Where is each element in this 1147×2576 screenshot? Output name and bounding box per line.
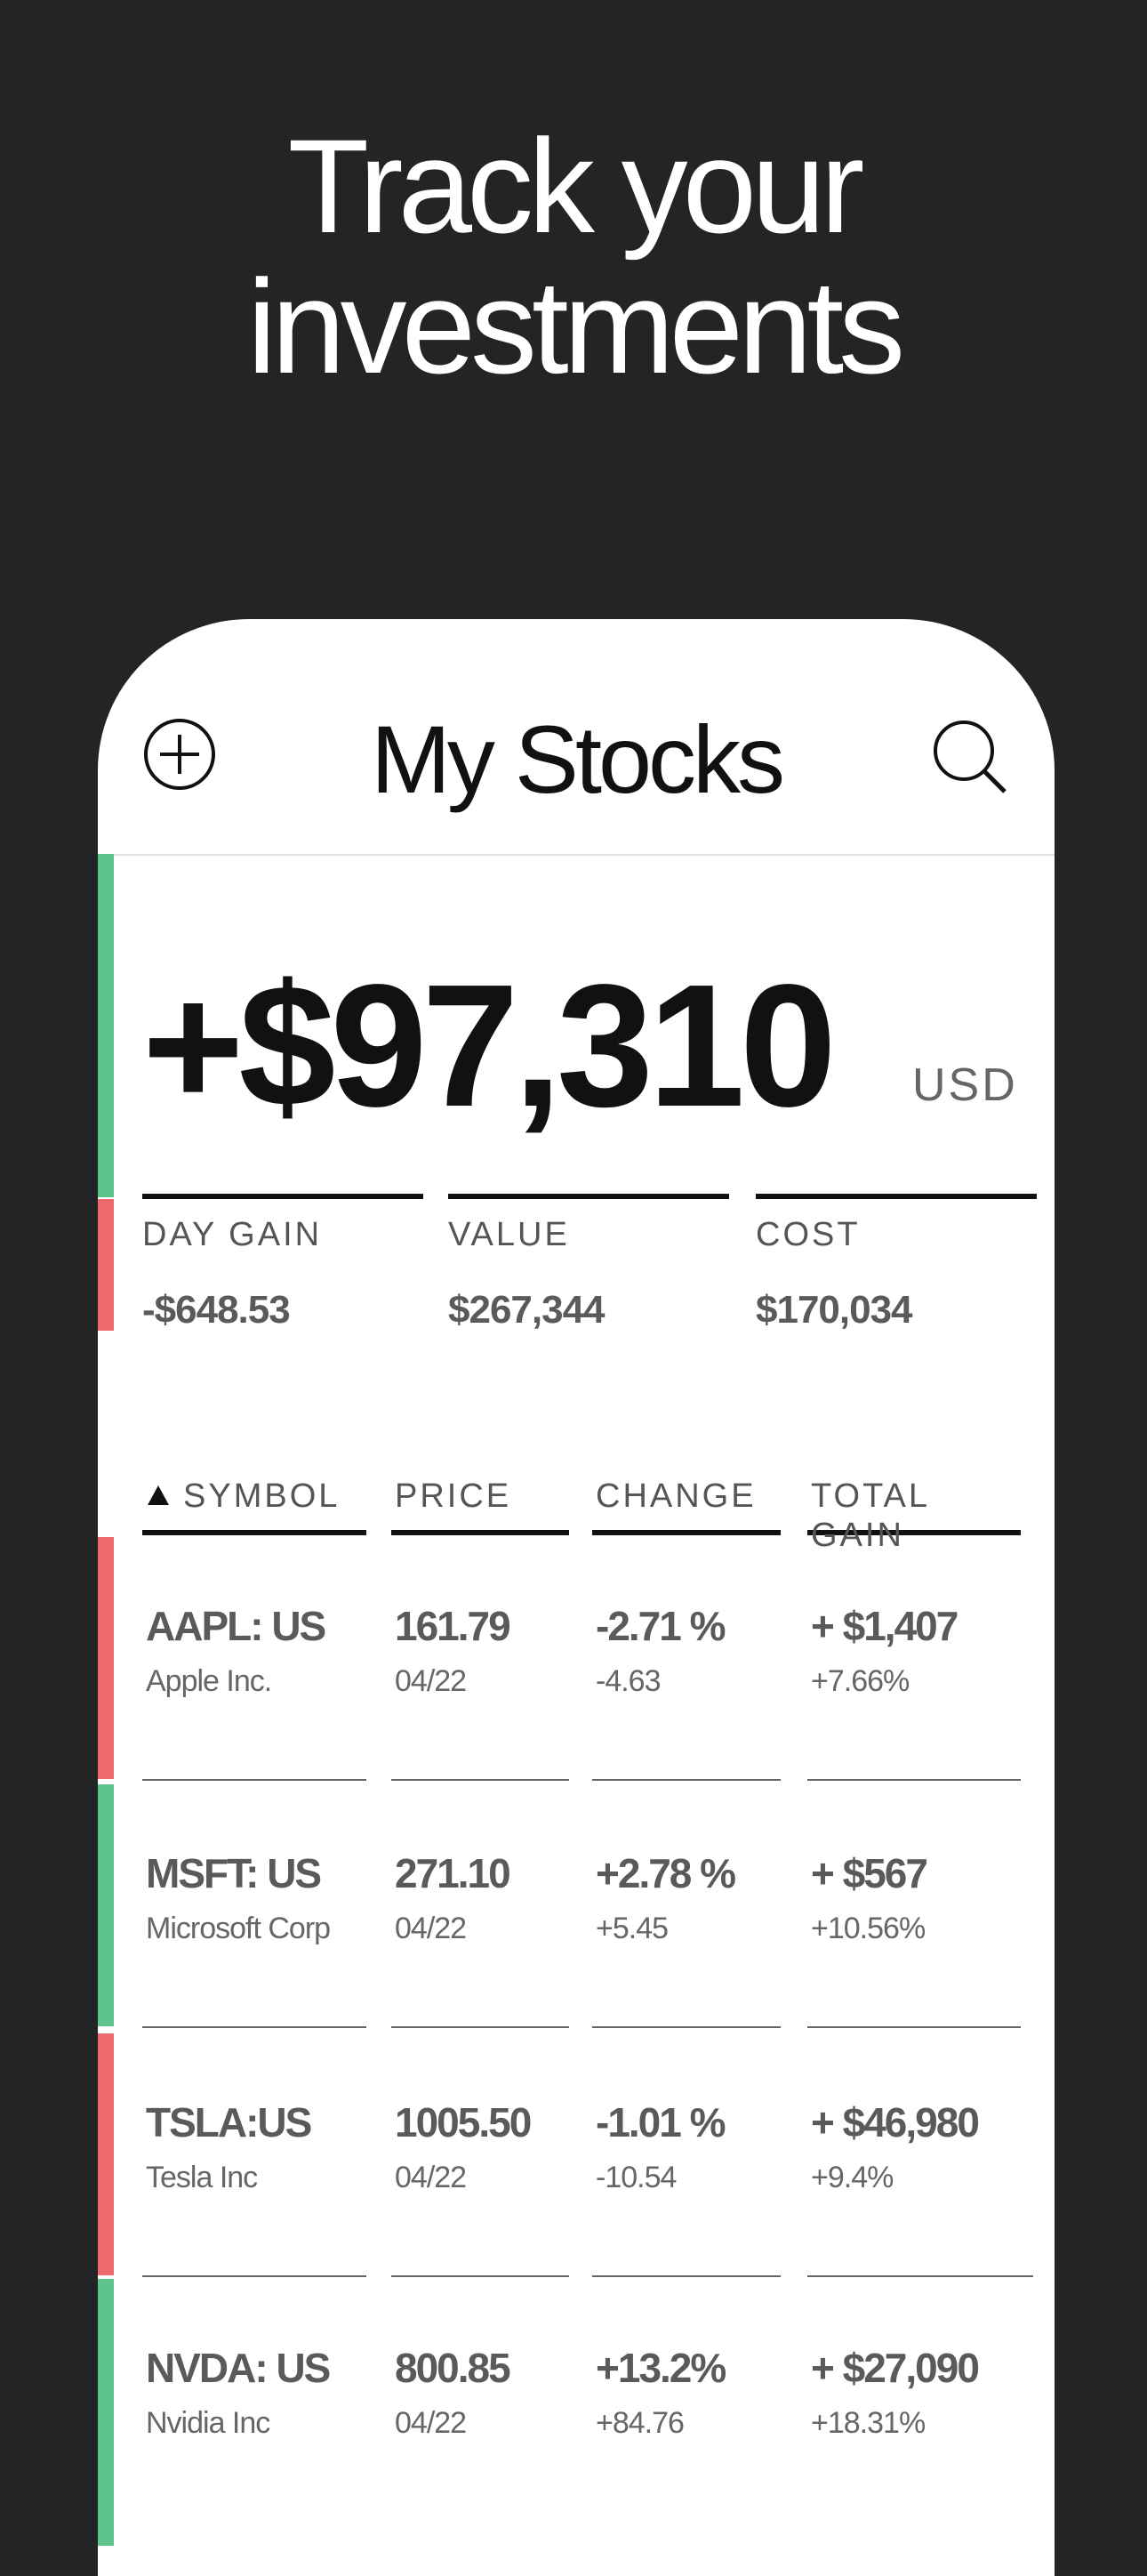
cost-label: COST	[756, 1216, 861, 1253]
table-cell: 161.79 04/22	[391, 1537, 569, 1781]
stock-symbol: AAPL: US	[146, 1603, 326, 1649]
search-button[interactable]	[930, 717, 1010, 797]
table-cell: MSFT: US Microsoft Corp	[142, 1784, 366, 2028]
trend-indicator	[98, 2279, 114, 2546]
column-label-price: PRICE	[395, 1477, 512, 1515]
company-name: Apple Inc.	[146, 1664, 272, 1698]
company-name: Nvidia Inc	[146, 2406, 270, 2440]
column-label-change: CHANGE	[596, 1477, 757, 1515]
price-date: 04/22	[395, 1664, 467, 1698]
total-gain-indicator	[98, 854, 114, 1197]
day-gain-summary: DAY GAIN -$648.53	[142, 1194, 423, 1332]
change-amount: +84.76	[596, 2406, 685, 2440]
total-gain-percent: +18.31%	[811, 2406, 926, 2440]
total-gain-percent: +7.66%	[811, 1664, 910, 1698]
stock-price: 800.85	[395, 2345, 511, 2391]
column-header-symbol[interactable]: SYMBOL	[142, 1477, 366, 1535]
table-cell: 1005.50 04/22	[391, 2033, 569, 2277]
column-header-price[interactable]: PRICE	[391, 1477, 569, 1535]
column-header-change[interactable]: CHANGE	[592, 1477, 781, 1535]
change-percent: -1.01 %	[596, 2099, 726, 2145]
total-gain-percent: +9.4%	[811, 2161, 894, 2194]
column-header-total-gain[interactable]: TOTAL GAIN	[807, 1477, 1021, 1554]
stock-row[interactable]: NVDA: US Nvidia Inc 800.85 04/22 +13.2% +84.7…	[98, 2279, 1055, 2546]
table-cell: + $1,407 +7.66%	[807, 1537, 1021, 1781]
table-cell: -2.71 % -4.63	[592, 1537, 781, 1781]
cost-summary: COST $170,034	[756, 1194, 1037, 1332]
table-cell: TSLA:US Tesla Inc	[142, 2033, 366, 2277]
total-gain-value: +$97,310	[142, 948, 837, 1143]
table-cell: NVDA: US Nvidia Inc	[142, 2279, 366, 2523]
stock-symbol: MSFT: US	[146, 1850, 322, 1896]
company-name: Microsoft Corp	[146, 1912, 331, 1945]
table-cell: 271.10 04/22	[391, 1784, 569, 2028]
stock-symbol: TSLA:US	[146, 2099, 312, 2145]
trend-indicator	[98, 1537, 114, 1779]
column-label-symbol: SYMBOL	[183, 1477, 341, 1515]
top-bar: My Stocks	[98, 619, 1055, 856]
table-cell: + $567 +10.56%	[807, 1784, 1021, 2028]
headline-line-1: Track your	[287, 111, 865, 261]
total-gain-amount: + $567	[811, 1850, 928, 1896]
value-amount: $267,344	[448, 1288, 606, 1332]
table-cell: -1.01 % -10.54	[592, 2033, 781, 2277]
price-date: 04/22	[395, 2406, 467, 2440]
currency-label: USD	[912, 1059, 1018, 1111]
table-cell: +13.2% +84.76	[592, 2279, 781, 2523]
trend-indicator	[98, 1784, 114, 2026]
stock-row[interactable]: TSLA:US Tesla Inc 1005.50 04/22 -1.01 % -10.5…	[98, 2033, 1055, 2277]
change-amount: -4.63	[596, 1664, 661, 1698]
total-gain-amount: + $1,407	[811, 1603, 959, 1649]
trend-indicator	[98, 2033, 114, 2275]
change-percent: +2.78 %	[596, 1850, 736, 1896]
stock-price: 1005.50	[395, 2099, 532, 2145]
headline-line-2: investments	[246, 252, 905, 401]
phone-screen: My Stocks +$97,310 USD DAY GAIN -$648.53…	[98, 619, 1055, 2576]
stock-symbol: NVDA: US	[146, 2345, 331, 2391]
total-gain-amount: + $27,090	[811, 2345, 980, 2391]
total-gain-percent: +10.56%	[811, 1912, 926, 1945]
change-amount: +5.45	[596, 1912, 669, 1945]
change-percent: +13.2%	[596, 2345, 726, 2391]
table-cell: AAPL: US Apple Inc.	[142, 1537, 366, 1781]
stock-row[interactable]: AAPL: US Apple Inc. 161.79 04/22 -2.71 % -4.6…	[98, 1537, 1055, 1781]
search-icon	[934, 720, 1007, 793]
table-cell: + $46,980 +9.4%	[807, 2033, 1033, 2277]
total-gain-amount: + $46,980	[811, 2099, 980, 2145]
cost-amount: $170,034	[756, 1288, 913, 1332]
price-date: 04/22	[395, 1912, 467, 1945]
marketing-headline: Track your investments	[0, 116, 1147, 397]
page-title: My Stocks	[370, 705, 785, 813]
value-label: VALUE	[448, 1216, 570, 1253]
day-gain-label: DAY GAIN	[142, 1216, 323, 1253]
stock-price: 271.10	[395, 1850, 511, 1896]
day-gain-value: -$648.53	[142, 1288, 291, 1332]
company-name: Tesla Inc	[146, 2161, 258, 2194]
sort-ascending-icon	[148, 1485, 169, 1505]
stock-row[interactable]: MSFT: US Microsoft Corp 271.10 04/22 +2.78 %…	[98, 1784, 1055, 2028]
stock-price: 161.79	[395, 1603, 511, 1649]
table-cell: +2.78 % +5.45	[592, 1784, 781, 2028]
value-summary: VALUE $267,344	[448, 1194, 729, 1332]
table-cell: + $27,090 +18.31%	[807, 2279, 1021, 2523]
table-cell: 800.85 04/22	[391, 2279, 569, 2523]
price-date: 04/22	[395, 2161, 467, 2194]
day-gain-indicator	[98, 1199, 114, 1331]
change-amount: -10.54	[596, 2161, 677, 2194]
change-percent: -2.71 %	[596, 1603, 726, 1649]
